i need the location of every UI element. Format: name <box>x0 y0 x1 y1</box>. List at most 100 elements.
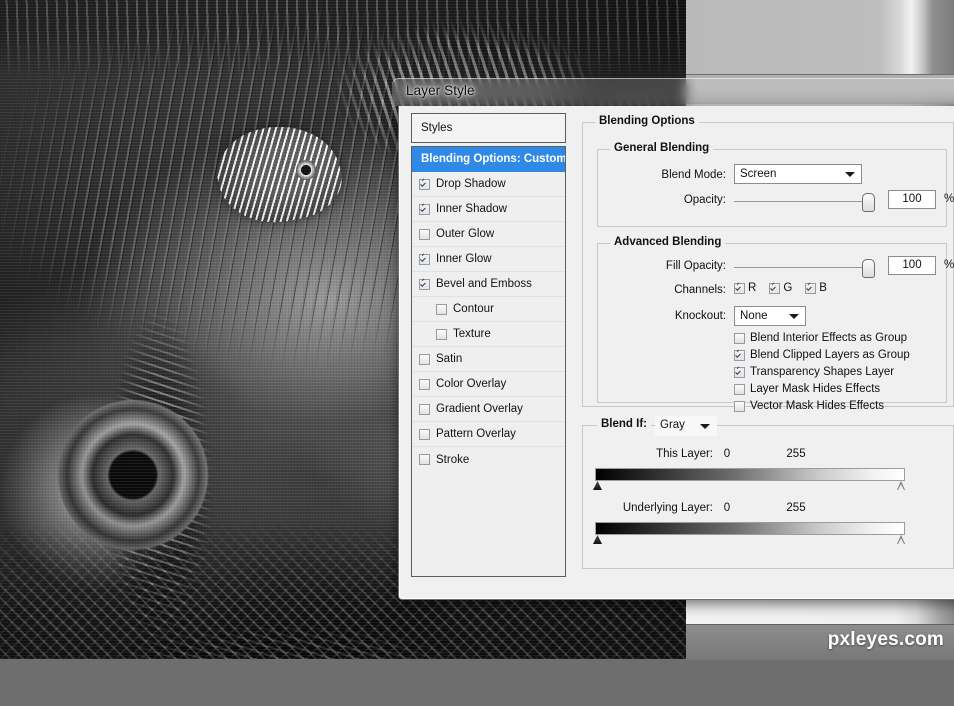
style-item-label: Pattern Overlay <box>436 428 516 440</box>
underlying-layer-max-value: 255 <box>786 502 806 514</box>
style-item-stroke[interactable]: Stroke <box>412 447 565 472</box>
opacity-input[interactable]: 100 <box>888 190 936 209</box>
this-layer-black-slider[interactable] <box>593 481 602 490</box>
blend-if-channel-dropdown[interactable]: Gray <box>655 416 717 436</box>
checkbox-label: Blend Interior Effects as Group <box>750 332 908 344</box>
advanced-blending-group: Advanced Blending Fill Opacity: 100 % Ch… <box>597 236 954 412</box>
underlying-layer-white-slider[interactable] <box>897 535 906 544</box>
style-item-bevel-and-emboss[interactable]: Bevel and Emboss <box>412 272 565 297</box>
style-item-texture[interactable]: Texture <box>412 322 565 347</box>
channel-label-g: G <box>783 282 793 294</box>
channel-label-r: R <box>748 282 757 294</box>
checkbox-vector-mask-hides-effects[interactable]: Vector Mask Hides Effects <box>734 400 884 412</box>
styles-header-label: Styles <box>421 122 453 134</box>
style-item-label: Inner Shadow <box>436 203 507 215</box>
fill-opacity-label: Fill Opacity: <box>665 260 726 272</box>
style-item-inner-glow[interactable]: Inner Glow <box>412 247 565 272</box>
knockout-dropdown[interactable]: None <box>734 306 806 326</box>
channel-label-b: B <box>819 282 827 294</box>
checkbox-transparency-shapes-layer[interactable]: Transparency Shapes Layer <box>734 366 894 378</box>
this-layer-white-slider[interactable] <box>897 481 906 490</box>
checkbox-icon[interactable] <box>734 332 745 344</box>
style-item-contour[interactable]: Contour <box>412 297 565 322</box>
checkbox-label: Vector Mask Hides Effects <box>750 400 885 412</box>
blend-if-group: Blend If: Gray This Layer: 0 255 Underly… <box>582 416 954 569</box>
knockout-value: None <box>734 306 806 326</box>
style-item-label: Drop Shadow <box>436 178 506 190</box>
checkbox-icon[interactable] <box>436 303 447 315</box>
fill-opacity-slider[interactable] <box>734 258 879 278</box>
style-item-outer-glow[interactable]: Outer Glow <box>412 222 565 247</box>
slider-knob[interactable] <box>862 193 875 212</box>
fill-opacity-input[interactable]: 100 <box>888 256 936 275</box>
style-item-label: Gradient Overlay <box>436 403 523 415</box>
styles-list[interactable]: Blending Options: Custom Drop Shadow Inn… <box>411 146 566 577</box>
style-item-pattern-overlay[interactable]: Pattern Overlay <box>412 422 565 447</box>
checkbox-icon[interactable] <box>419 203 430 215</box>
checkbox-icon[interactable] <box>419 428 430 440</box>
knockout-label: Knockout: <box>674 310 726 322</box>
watermark: pxleyes.com <box>827 629 944 650</box>
this-layer-min-value: 0 <box>723 448 731 460</box>
checkbox-icon[interactable] <box>419 178 430 190</box>
style-item-label: Blending Options: Custom <box>421 153 566 165</box>
opacity-slider[interactable] <box>734 192 879 212</box>
underlying-layer-label: Underlying Layer: <box>622 502 713 514</box>
styles-header[interactable]: Styles <box>411 113 566 143</box>
style-item-label: Outer Glow <box>436 228 495 240</box>
style-item-drop-shadow[interactable]: Drop Shadow <box>412 172 565 197</box>
opacity-unit: % <box>944 193 954 205</box>
style-item-label: Stroke <box>436 453 470 466</box>
slider-track <box>734 201 874 202</box>
checkbox-blend-clipped-layers[interactable]: Blend Clipped Layers as Group <box>734 349 910 361</box>
this-layer-label: This Layer: <box>656 448 713 460</box>
checkbox-icon[interactable] <box>769 282 781 294</box>
checkbox-icon[interactable] <box>419 253 430 265</box>
layer-style-dialog: Layer Style Styles Blending Options: Cus… <box>392 78 954 606</box>
checkbox-layer-mask-hides-effects[interactable]: Layer Mask Hides Effects <box>734 383 880 395</box>
checkbox-icon[interactable] <box>419 353 430 365</box>
dialog-body: Styles Blending Options: Custom Drop Sha… <box>398 106 954 600</box>
slider-track <box>734 267 874 268</box>
fill-opacity-unit: % <box>944 259 954 271</box>
style-item-color-overlay[interactable]: Color Overlay <box>412 372 565 397</box>
style-item-label: Bevel and Emboss <box>436 278 532 290</box>
checkbox-icon[interactable] <box>734 349 745 361</box>
checkbox-icon[interactable] <box>734 383 745 395</box>
blending-options-group: Blending Options General Blending Blend … <box>582 115 954 412</box>
checkbox-icon[interactable] <box>419 378 430 390</box>
checkbox-icon[interactable] <box>734 366 745 378</box>
checkbox-blend-interior-effects[interactable]: Blend Interior Effects as Group <box>734 332 907 344</box>
style-item-inner-shadow[interactable]: Inner Shadow <box>412 197 565 222</box>
advanced-blending-group-label: Advanced Blending <box>610 236 726 248</box>
slider-knob[interactable] <box>862 259 875 278</box>
blend-mode-value: Screen <box>734 164 862 184</box>
underlying-layer-black-slider[interactable] <box>593 535 602 544</box>
checkbox-icon[interactable] <box>805 282 817 294</box>
options-pane: Blending Options General Blending Blend … <box>579 113 954 577</box>
dialog-title: Layer Style <box>406 83 475 98</box>
this-layer-gradient-bar[interactable] <box>595 468 905 481</box>
blend-mode-label: Blend Mode: <box>661 169 726 181</box>
style-item-label: Inner Glow <box>436 253 492 265</box>
checkbox-icon[interactable] <box>734 400 745 412</box>
checkbox-icon[interactable] <box>419 454 430 465</box>
checkbox-icon[interactable] <box>734 282 745 294</box>
checkbox-icon[interactable] <box>436 328 447 340</box>
style-item-gradient-overlay[interactable]: Gradient Overlay <box>412 397 565 422</box>
channels-label: Channels: <box>674 284 726 296</box>
style-item-satin[interactable]: Satin <box>412 347 565 372</box>
checkbox-icon[interactable] <box>419 403 430 415</box>
checkbox-icon[interactable] <box>419 278 430 290</box>
opacity-label: Opacity: <box>683 194 726 206</box>
style-item-label: Color Overlay <box>436 378 507 390</box>
checkbox-icon[interactable] <box>419 228 430 240</box>
blend-mode-dropdown[interactable]: Screen <box>734 164 862 184</box>
style-item-blending-options[interactable]: Blending Options: Custom <box>412 147 565 172</box>
style-item-label: Contour <box>453 303 494 315</box>
this-layer-max-value: 255 <box>786 448 806 460</box>
checkbox-label: Layer Mask Hides Effects <box>750 383 881 395</box>
style-item-label: Texture <box>453 328 491 340</box>
underlying-layer-gradient-bar[interactable] <box>595 522 905 535</box>
dialog-titlebar[interactable]: Layer Style <box>392 78 954 106</box>
